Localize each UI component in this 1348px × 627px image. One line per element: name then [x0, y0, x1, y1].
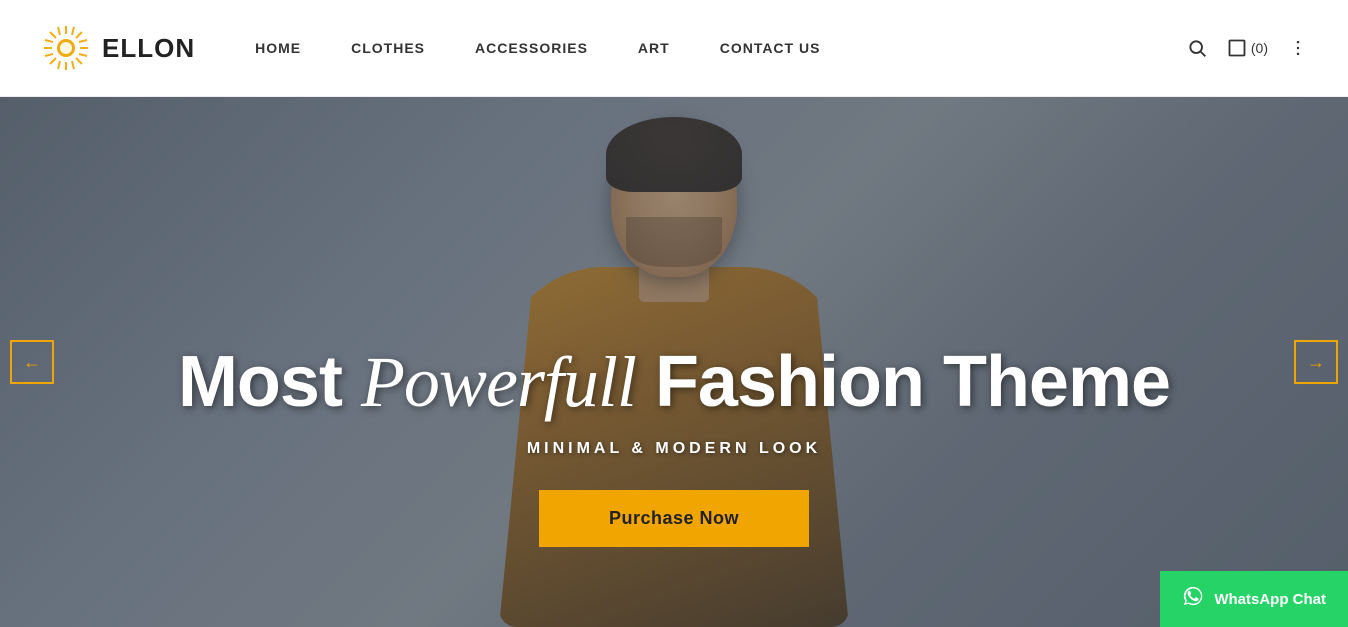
logo-link[interactable]: ELLON [40, 22, 195, 74]
arrow-left-icon: ← [23, 352, 41, 373]
whatsapp-svg-icon [1182, 585, 1204, 607]
nav-item-contact[interactable]: CONTACT US [720, 40, 821, 56]
whatsapp-icon [1182, 585, 1204, 613]
hero-next-button[interactable]: → [1294, 340, 1338, 384]
whatsapp-label: WhatsApp Chat [1214, 591, 1326, 608]
whatsapp-chat-button[interactable]: WhatsApp Chat [1160, 571, 1348, 627]
nav-item-art[interactable]: ART [638, 40, 670, 56]
nav-item-clothes[interactable]: CLOTHES [351, 40, 425, 56]
nav-item-accessories[interactable]: ACCESSORIES [475, 40, 588, 56]
logo-text: ELLON [102, 33, 195, 64]
cart-icon [1227, 38, 1247, 58]
hero-title-italic: Powerfull [361, 342, 636, 422]
purchase-now-button[interactable]: Purchase Now [539, 490, 809, 547]
search-icon [1187, 38, 1207, 58]
menu-button[interactable] [1288, 38, 1308, 58]
header-icons: (0) [1187, 38, 1308, 58]
hero-title: Most Powerfull Fashion Theme [0, 343, 1348, 422]
logo-icon [40, 22, 92, 74]
main-nav: HOME CLOTHES ACCESSORIES ART CONTACT US [255, 40, 1187, 56]
hero-prev-button[interactable]: ← [10, 340, 54, 384]
hero-section: ← → Most Powerfull Fashion Theme MINIMAL… [0, 97, 1348, 627]
hero-title-part2: Fashion Theme [636, 342, 1170, 422]
hero-subtitle: MINIMAL & MODERN LOOK [0, 440, 1348, 458]
arrow-right-icon: → [1307, 352, 1325, 373]
nav-item-home[interactable]: HOME [255, 40, 301, 56]
search-button[interactable] [1187, 38, 1207, 58]
dots-menu-icon [1288, 38, 1308, 58]
header: ELLON HOME CLOTHES ACCESSORIES ART CONTA… [0, 0, 1348, 97]
hero-title-part1: Most [178, 342, 361, 422]
cart-button[interactable]: (0) [1227, 38, 1268, 58]
hero-content: Most Powerfull Fashion Theme MINIMAL & M… [0, 343, 1348, 547]
cart-count: (0) [1251, 40, 1268, 56]
